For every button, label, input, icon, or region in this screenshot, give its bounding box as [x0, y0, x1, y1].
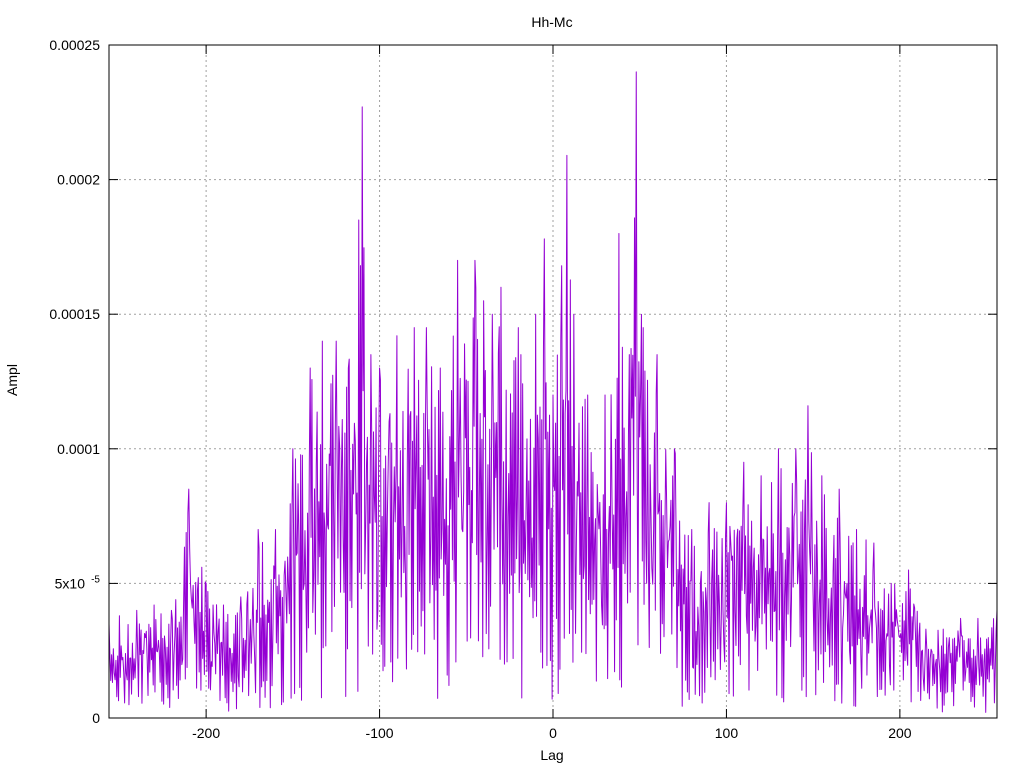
x-tick-label: -100 [366, 725, 394, 741]
y-tick-exponent: -5 [91, 574, 100, 585]
y-tick-label: 0.0001 [57, 441, 100, 457]
x-axis-title: Lag [540, 747, 563, 763]
x-tick-label: 0 [549, 725, 557, 741]
y-axis-title: Ampl [4, 364, 20, 396]
y-tick-label: 0 [92, 710, 100, 726]
y-tick-label: 5x10 [55, 575, 86, 591]
y-tick-label: 0.00015 [49, 306, 100, 322]
x-tick-label: 100 [715, 725, 739, 741]
y-tick-label: 0.00025 [49, 37, 100, 53]
chart-title: Hh-Mc [531, 14, 572, 30]
chart: 0 5x10 -5 0.0001 0.00015 0.0002 0.00025 -200 -10… [0, 0, 1024, 768]
chart-canvas: 0 5x10 -5 0.0001 0.00015 0.0002 0.00025 -200 -10… [4, 14, 998, 763]
x-tick-label: 200 [888, 725, 912, 741]
x-tick-label: -200 [192, 725, 220, 741]
y-tick-label: 0.0002 [57, 172, 100, 188]
